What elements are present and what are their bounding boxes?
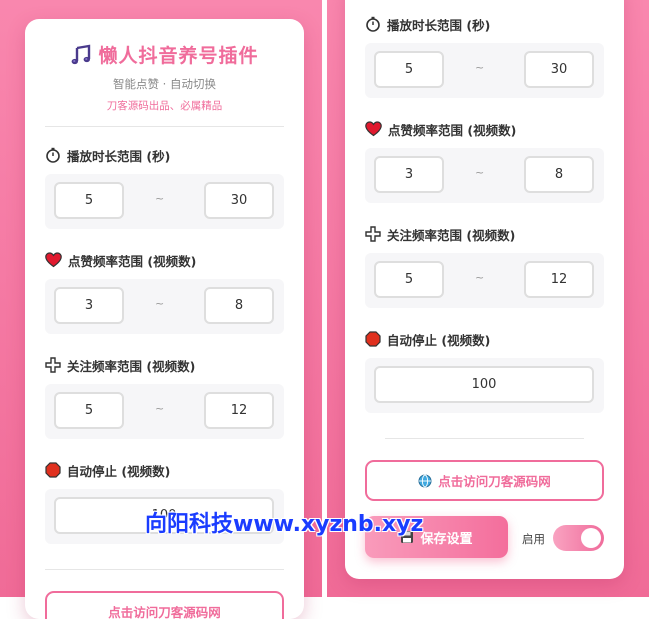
follow-frequency-label: 关注频率范围 (视频数) — [45, 355, 284, 375]
follow-frequency-label: 关注频率范围 (视频数) — [365, 224, 604, 244]
auto-stop-label: 自动停止 (视频数) — [45, 460, 284, 480]
header-divider — [45, 126, 284, 127]
follow-frequency-range: 5 ~ 12 — [45, 384, 284, 439]
range-separator: ~ — [475, 271, 485, 284]
visit-site-button[interactable]: 点击访问刀客源码网 — [365, 460, 604, 501]
auto-stop-section: 自动停止 (视频数) 100 — [45, 460, 284, 544]
like-frequency-label: 点赞频率范围 (视频数) — [365, 119, 604, 139]
like-frequency-section: 点赞频率范围 (视频数) 3 ~ 8 — [365, 119, 604, 203]
auto-stop-box: 100 — [365, 358, 604, 413]
app-title: 懒人抖音养号插件 — [25, 41, 304, 68]
follow-frequency-max-input[interactable]: 12 — [524, 261, 594, 298]
watermark-overlay: 向阳科技www.xyznb.xyz — [145, 512, 424, 537]
footer-divider — [385, 438, 584, 439]
like-frequency-min-input[interactable]: 3 — [374, 156, 444, 193]
stop-icon — [365, 331, 381, 348]
play-duration-section: 播放时长范围 (秒) 5 ~ 30 — [45, 145, 284, 229]
enable-toggle[interactable] — [553, 525, 604, 551]
stopwatch-icon — [45, 147, 61, 164]
music-note-icon — [70, 43, 92, 66]
header: 懒人抖音养号插件 智能点赞 · 自动切换 刀客源码出品、必属精品 — [25, 19, 304, 113]
app-subtitle: 智能点赞 · 自动切换 — [113, 77, 216, 91]
like-frequency-section: 点赞频率范围 (视频数) 3 ~ 8 — [45, 250, 284, 334]
like-frequency-range: 3 ~ 8 — [45, 279, 284, 334]
play-duration-section: 播放时长范围 (秒) 5 ~ 30 — [365, 14, 604, 98]
footer-divider — [45, 569, 284, 570]
stopwatch-icon — [365, 16, 381, 33]
like-frequency-min-input[interactable]: 3 — [54, 287, 124, 324]
play-duration-max-input[interactable]: 30 — [204, 182, 274, 219]
enable-toggle-label: 启用 — [522, 532, 545, 546]
follow-frequency-range: 5 ~ 12 — [365, 253, 604, 308]
play-duration-label: 播放时长范围 (秒) — [45, 145, 284, 165]
play-duration-min-input[interactable]: 5 — [54, 182, 124, 219]
app-title-text: 懒人抖音养号插件 — [98, 45, 259, 67]
stop-icon — [45, 462, 61, 479]
like-frequency-max-input[interactable]: 8 — [524, 156, 594, 193]
play-duration-min-input[interactable]: 5 — [374, 51, 444, 88]
play-duration-label: 播放时长范围 (秒) — [365, 14, 604, 34]
toggle-knob — [581, 528, 601, 548]
follow-frequency-min-input[interactable]: 5 — [54, 392, 124, 429]
brand-tagline: 刀客源码出品、必属精品 — [106, 100, 223, 112]
follow-frequency-max-input[interactable]: 12 — [204, 392, 274, 429]
follow-frequency-section: 关注频率范围 (视频数) 5 ~ 12 — [365, 224, 604, 308]
range-separator: ~ — [155, 192, 165, 205]
auto-stop-input[interactable]: 100 — [374, 366, 594, 403]
like-frequency-range: 3 ~ 8 — [365, 148, 604, 203]
range-separator: ~ — [475, 61, 485, 74]
play-duration-range: 5 ~ 30 — [365, 43, 604, 98]
follow-frequency-section: 关注频率范围 (视频数) 5 ~ 12 — [45, 355, 284, 439]
settings-card-right: 播放时长范围 (秒) 5 ~ 30 点赞频率范围 (视频数) 3 ~ 8 关注频… — [345, 0, 624, 579]
auto-stop-section: 自动停止 (视频数) 100 — [365, 329, 604, 413]
plus-icon — [365, 226, 381, 243]
visit-site-button[interactable]: 点击访问刀客源码网 — [45, 591, 284, 619]
heart-icon — [365, 121, 382, 138]
range-separator: ~ — [155, 297, 165, 310]
play-duration-range: 5 ~ 30 — [45, 174, 284, 229]
globe-icon — [418, 473, 432, 489]
play-duration-max-input[interactable]: 30 — [524, 51, 594, 88]
range-separator: ~ — [155, 402, 165, 415]
follow-frequency-min-input[interactable]: 5 — [374, 261, 444, 298]
auto-stop-label: 自动停止 (视频数) — [365, 329, 604, 349]
like-frequency-label: 点赞频率范围 (视频数) — [45, 250, 284, 270]
like-frequency-max-input[interactable]: 8 — [204, 287, 274, 324]
range-separator: ~ — [475, 166, 485, 179]
heart-icon — [45, 252, 62, 269]
plus-icon — [45, 357, 61, 374]
